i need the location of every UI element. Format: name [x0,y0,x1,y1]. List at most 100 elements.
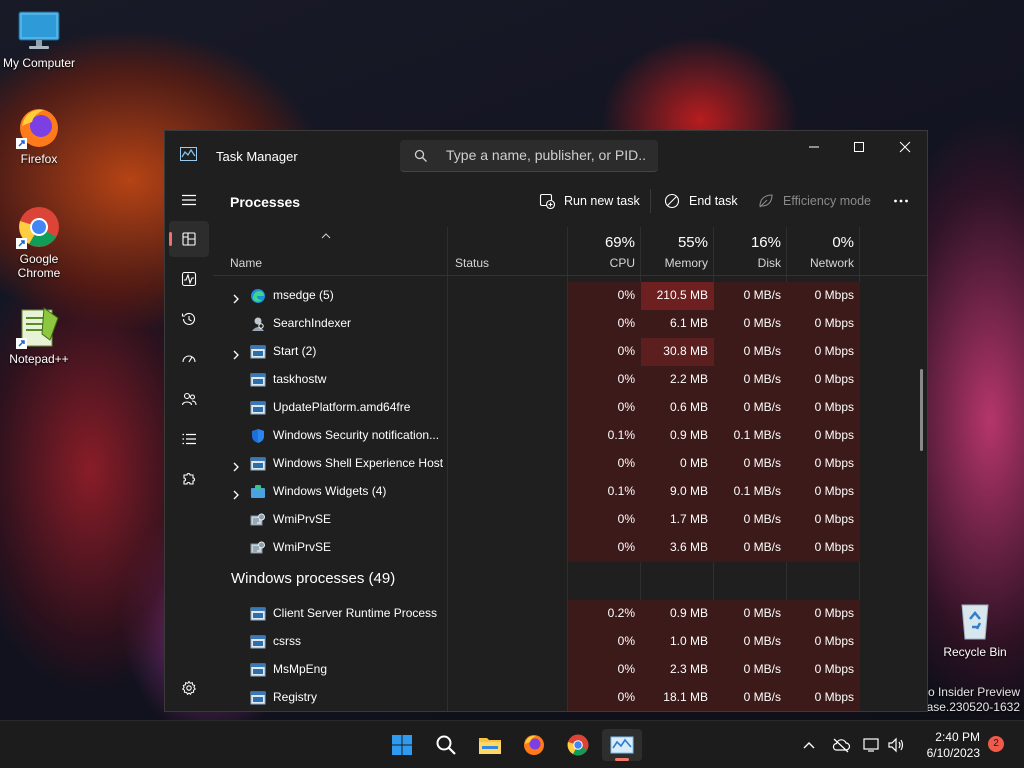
recycle-bin-icon [952,597,998,643]
process-name: csrss [273,634,301,648]
start-button[interactable] [382,729,422,761]
network-value: 0 Mbps [814,400,854,414]
onedrive-tray-button[interactable] [831,735,851,755]
disk-value: 0 MB/s [743,400,781,414]
desktop-icon-google-chrome[interactable]: Google Chrome [1,204,77,280]
process-name: msedge (5) [273,288,334,302]
column-header-cpu[interactable]: 69% CPU [568,227,641,275]
column-header-name[interactable]: Name [213,227,447,275]
process-name: Registry [273,690,318,704]
minimize-button[interactable] [791,131,837,163]
process-row[interactable]: Windows Widgets (4) 0.1% 9.0 MB 0.1 MB/s 0 M… [213,478,927,506]
disk-value: 0 MB/s [743,606,781,620]
efficiency-mode-button[interactable]: Efficiency mode [758,189,871,213]
column-header-memory[interactable]: 55% Memory [641,227,714,275]
run-new-task-button[interactable]: Run new task [539,189,640,213]
minimize-icon [809,146,819,148]
process-row[interactable]: Start (2) 0% 30.8 MB 0 MB/s 0 Mbps [213,338,927,366]
scrollbar-thumb[interactable] [920,369,923,451]
process-row[interactable]: csrss 0% 1.0 MB 0 MB/s 0 Mbps [213,628,927,656]
network-value: 0 Mbps [814,662,854,676]
network-value: 0 Mbps [814,428,854,442]
hamburger-menu-button[interactable] [169,182,209,218]
taskbar-chrome[interactable] [558,729,598,761]
process-name: Windows Widgets (4) [273,484,387,498]
desktop-icon-firefox[interactable]: Firefox [1,104,77,166]
disk-value: 0 MB/s [743,540,781,554]
details-list-icon [182,433,196,445]
network-tray-button[interactable] [862,735,882,755]
cpu-value: 0.2% [607,606,635,620]
process-row[interactable]: Registry 0% 18.1 MB 0 MB/s 0 Mbps [213,684,927,711]
nav-settings[interactable] [169,670,209,706]
process-name: SearchIndexer [273,316,352,330]
network-value: 0 Mbps [814,372,854,386]
nav-app-history[interactable] [169,301,209,337]
process-row[interactable]: WmiPrvSE 0% 1.7 MB 0 MB/s 0 Mbps [213,506,927,534]
memory-value: 6.1 MB [669,316,708,330]
page-title: Processes [230,194,301,210]
column-header-disk[interactable]: 16% Disk [714,227,787,275]
clock-time: 2:40 PM [935,730,980,744]
nav-startup-apps[interactable] [169,341,209,377]
task-manager-app-icon [180,147,197,161]
network-value: 0 Mbps [814,606,854,620]
maximize-button[interactable] [836,131,882,163]
chevron-right-icon[interactable] [231,347,241,360]
memory-value: 2.3 MB [669,662,708,676]
cpu-total: 69% [604,234,635,251]
search-box[interactable] [400,140,658,172]
chevron-right-icon[interactable] [231,487,241,500]
nav-details[interactable] [169,421,209,457]
taskbar-file-explorer[interactable] [470,729,510,761]
close-button[interactable] [882,131,927,163]
process-row[interactable]: Windows Security notification... 0.1% 0.9 … [213,422,927,450]
disk-value: 0.1 MB/s [733,484,781,498]
desktop-icon-my-computer[interactable]: My Computer [1,8,77,70]
chrome-icon [16,204,62,250]
network-value: 0 Mbps [814,512,854,526]
process-row[interactable]: WmiPrvSE 0% 3.6 MB 0 MB/s 0 Mbps [213,534,927,562]
show-hidden-icons-button[interactable] [799,735,819,755]
memory-value: 0 MB [679,456,708,470]
end-task-button[interactable]: End task [664,189,738,213]
group-header-windows-processes[interactable]: Windows processes (49) [231,570,395,587]
nav-services[interactable] [169,461,209,497]
process-row[interactable]: SearchIndexer 0% 6.1 MB 0 MB/s 0 Mbps [213,310,927,338]
clock[interactable]: 2:40 PM 6/10/2023 [916,729,980,761]
volume-tray-button[interactable] [886,735,906,755]
network-value: 0 Mbps [814,690,854,704]
monitor-icon [16,8,62,54]
chevron-right-icon[interactable] [231,459,241,472]
processes-page: Processes Run new task End task Efficien… [213,179,927,711]
process-row[interactable]: MsMpEng 0% 2.3 MB 0 MB/s 0 Mbps [213,656,927,684]
process-row[interactable]: Client Server Runtime Process 0.2% 0.9 MB 0… [213,600,927,628]
process-row[interactable]: UpdatePlatform.amd64fre 0% 0.6 MB 0 MB/s 0 M… [213,394,927,422]
desktop-icon-notepad-plus-plus[interactable]: Notepad++ [1,304,77,366]
process-row[interactable]: Windows Shell Experience Host 0% 0 MB 0 MB/… [213,450,927,478]
nav-users[interactable] [169,381,209,417]
more-options-button[interactable] [893,189,918,213]
window-app-icon [250,606,266,622]
process-row[interactable]: taskhostw 0% 2.2 MB 0 MB/s 0 Mbps [213,366,927,394]
column-header-status[interactable]: Status [438,227,558,275]
users-icon [181,392,197,406]
startup-gauge-icon [182,355,196,363]
search-button[interactable] [426,729,466,761]
title-bar[interactable]: Task Manager [165,131,927,179]
column-header-network[interactable]: 0% Network [787,227,860,275]
taskbar-firefox[interactable] [514,729,554,761]
notification-badge[interactable]: 2 [988,736,1004,752]
chevron-right-icon[interactable] [231,291,241,304]
nav-processes[interactable] [169,221,209,257]
desktop-icon-recycle-bin[interactable]: Recycle Bin [937,597,1013,659]
cpu-value: 0% [617,344,635,358]
taskbar-task-manager[interactable] [602,729,642,761]
toolbar-divider [650,189,651,213]
run-new-task-icon [539,193,555,209]
speaker-icon [888,737,904,753]
search-input[interactable] [446,140,646,170]
process-row[interactable]: msedge (5) 0% 210.5 MB 0 MB/s 0 Mbps [213,282,927,310]
process-name: Windows Shell Experience Host [273,456,444,470]
nav-performance[interactable] [169,261,209,297]
